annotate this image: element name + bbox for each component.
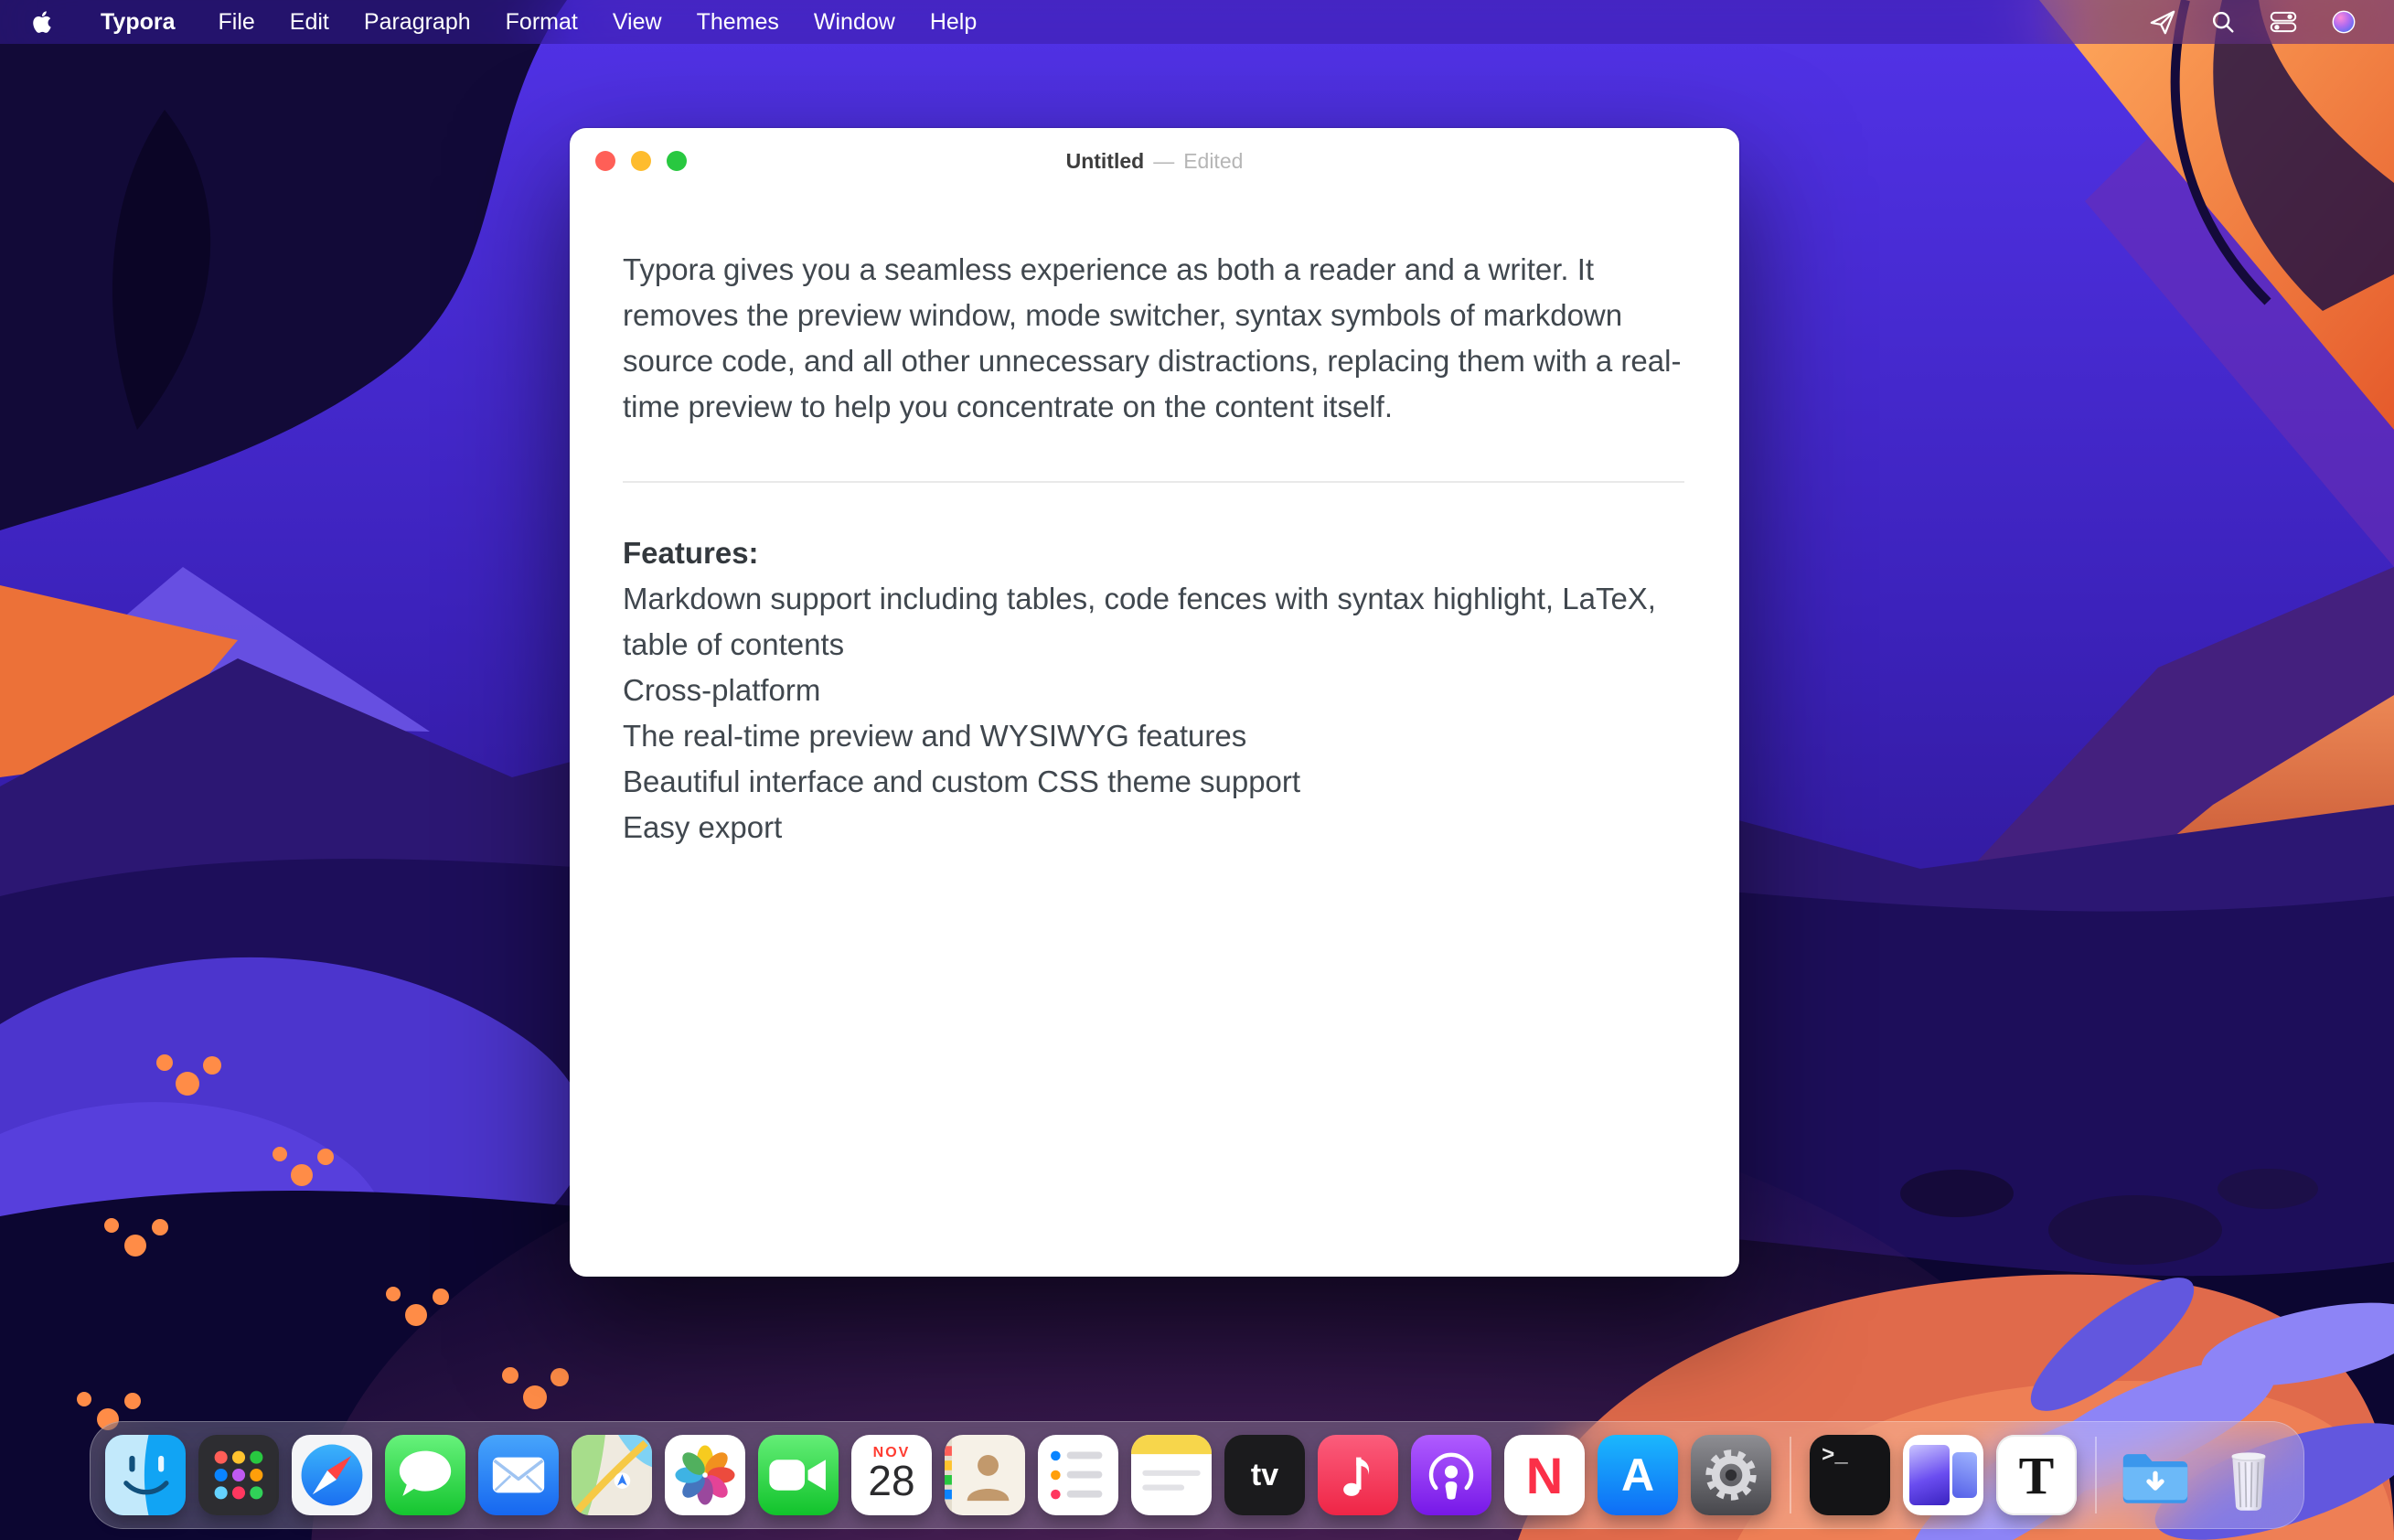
feature-line[interactable]: Markdown support including tables, code … <box>623 576 1684 668</box>
contacts-icon <box>945 1435 1025 1515</box>
menu-status-area <box>2149 8 2357 36</box>
app-store-icon: A <box>1621 1449 1654 1502</box>
menu-item-file[interactable]: File <box>201 9 273 36</box>
markdown-editor[interactable]: Typora gives you a seamless experience a… <box>570 194 1739 850</box>
menu-item-window[interactable]: Window <box>796 9 913 36</box>
gear-icon <box>1691 1435 1771 1515</box>
control-center-icon[interactable] <box>2270 8 2297 36</box>
messages-icon <box>385 1435 465 1515</box>
feature-line[interactable]: Beautiful interface and custom CSS theme… <box>623 759 1684 805</box>
dock-item-calendar[interactable]: NOV 28 <box>851 1435 932 1515</box>
minimize-button[interactable] <box>631 151 651 171</box>
news-icon: N <box>1526 1446 1563 1505</box>
dock-separator <box>1790 1437 1791 1513</box>
notes-icon <box>1131 1435 1212 1515</box>
dock-item-reminders[interactable] <box>1038 1435 1118 1515</box>
dock-item-preview-image[interactable] <box>1903 1435 1983 1515</box>
trash-icon <box>2208 1435 2289 1515</box>
menu-bar: Typora File Edit Paragraph Format View T… <box>0 0 2394 44</box>
menu-item-themes[interactable]: Themes <box>679 9 796 36</box>
typora-window: Untitled — Edited Typora gives you a sea… <box>570 128 1739 1277</box>
window-titlebar[interactable]: Untitled — Edited <box>570 128 1739 194</box>
gradient-thumbnail <box>1909 1445 1950 1504</box>
dock-item-system-settings[interactable] <box>1691 1435 1771 1515</box>
dock-item-tv[interactable]: tv <box>1224 1435 1305 1515</box>
close-button[interactable] <box>595 151 615 171</box>
menu-item-help[interactable]: Help <box>913 9 994 36</box>
safari-icon <box>292 1435 372 1515</box>
maps-icon <box>572 1435 652 1515</box>
podcasts-icon <box>1411 1435 1491 1515</box>
reminders-icon <box>1038 1435 1118 1515</box>
horizontal-rule <box>623 481 1684 483</box>
search-icon[interactable] <box>2209 8 2237 36</box>
dock-item-news[interactable]: N <box>1504 1435 1585 1515</box>
dock-item-launchpad[interactable] <box>198 1435 279 1515</box>
dock-item-app-store[interactable]: A <box>1598 1435 1678 1515</box>
dock-separator <box>2095 1437 2097 1513</box>
terminal-icon: >_ <box>1822 1444 1848 1469</box>
facetime-icon <box>758 1435 839 1515</box>
features-heading[interactable]: Features: <box>623 530 1684 576</box>
menu-app-name[interactable]: Typora <box>84 9 192 36</box>
dock-item-typora[interactable]: T <box>1996 1435 2077 1515</box>
apple-icon <box>29 8 57 36</box>
window-title-dash: — <box>1153 149 1174 174</box>
menu-item-view[interactable]: View <box>595 9 679 36</box>
dock-item-notes[interactable] <box>1131 1435 1212 1515</box>
launchpad-icon <box>198 1435 279 1515</box>
dock-item-music[interactable] <box>1318 1435 1398 1515</box>
tv-icon: tv <box>1251 1458 1278 1493</box>
window-title: Untitled <box>1066 149 1145 174</box>
dock-item-contacts[interactable] <box>945 1435 1025 1515</box>
dock-item-photos[interactable] <box>665 1435 745 1515</box>
feature-line[interactable]: Cross-platform <box>623 668 1684 713</box>
dock-item-downloads[interactable] <box>2115 1435 2196 1515</box>
music-note-icon <box>1318 1435 1398 1515</box>
mail-icon <box>478 1435 559 1515</box>
zoom-button[interactable] <box>667 151 687 171</box>
dock-item-mail[interactable] <box>478 1435 559 1515</box>
window-edited-status: Edited <box>1183 149 1243 174</box>
dock: NOV 28 <box>90 1421 2304 1529</box>
downloads-folder-icon <box>2115 1435 2196 1515</box>
dock-item-finder[interactable] <box>105 1435 186 1515</box>
apple-menu[interactable] <box>29 8 57 36</box>
gradient-thumbnail <box>1952 1452 1977 1497</box>
dock-item-facetime[interactable] <box>758 1435 839 1515</box>
dock-item-messages[interactable] <box>385 1435 465 1515</box>
menu-item-edit[interactable]: Edit <box>273 9 347 36</box>
siri-icon[interactable] <box>2330 8 2357 36</box>
finder-icon <box>105 1435 186 1515</box>
feature-line[interactable]: Easy export <box>623 805 1684 850</box>
calendar-day-label: 28 <box>851 1461 932 1502</box>
menu-item-paragraph[interactable]: Paragraph <box>347 9 488 36</box>
paper-plane-icon[interactable] <box>2149 8 2176 36</box>
typora-icon: T <box>2019 1445 2055 1506</box>
dock-item-safari[interactable] <box>292 1435 372 1515</box>
desktop: Typora File Edit Paragraph Format View T… <box>0 0 2394 1540</box>
dock-item-terminal[interactable]: >_ <box>1810 1435 1890 1515</box>
intro-paragraph[interactable]: Typora gives you a seamless experience a… <box>623 247 1684 430</box>
feature-line[interactable]: The real-time preview and WYSIWYG featur… <box>623 713 1684 759</box>
photos-icon <box>665 1435 745 1515</box>
menu-item-format[interactable]: Format <box>488 9 595 36</box>
dock-item-maps[interactable] <box>572 1435 652 1515</box>
dock-item-trash[interactable] <box>2208 1435 2289 1515</box>
dock-item-podcasts[interactable] <box>1411 1435 1491 1515</box>
traffic-lights <box>595 151 687 171</box>
